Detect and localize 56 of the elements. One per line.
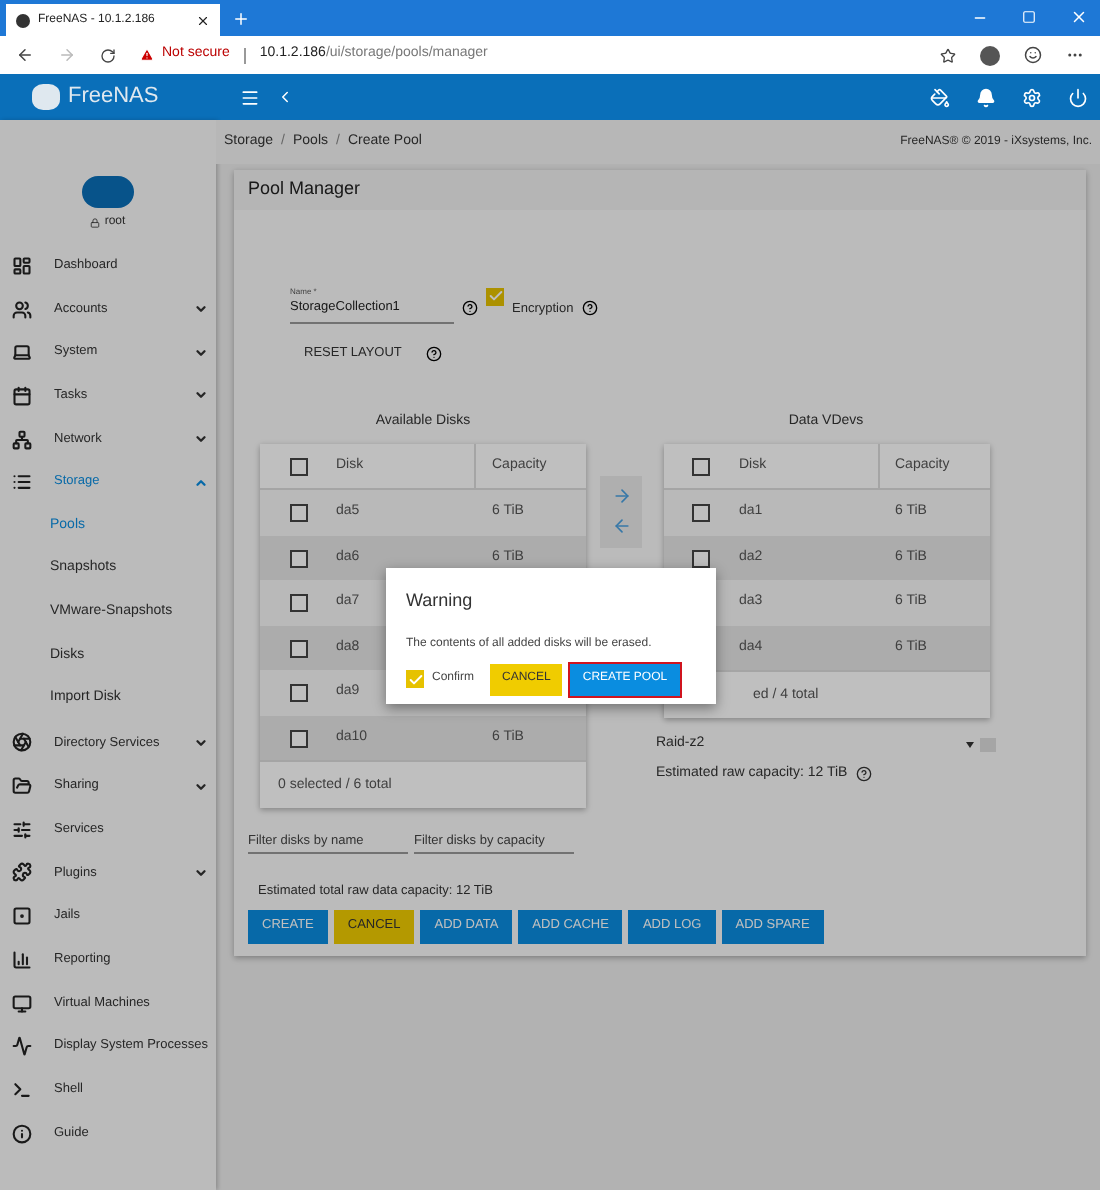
brand-name: FreeNAS	[68, 82, 159, 113]
network-icon	[12, 429, 32, 450]
close-window-icon[interactable]	[1070, 8, 1088, 26]
ix-logo-icon	[82, 176, 134, 208]
laptop-icon	[12, 342, 32, 363]
reload-icon[interactable]	[100, 47, 116, 63]
collapse-icon[interactable]	[276, 88, 294, 106]
checkbox[interactable]	[692, 457, 710, 476]
logo-icon	[32, 84, 60, 110]
new-tab-icon[interactable]	[232, 10, 250, 28]
checkbox[interactable]	[406, 670, 424, 688]
checkbox[interactable]	[692, 549, 710, 567]
card-title: Pool Manager	[248, 176, 361, 203]
smiley-icon[interactable]	[1024, 46, 1042, 64]
notifications-icon[interactable]	[976, 87, 996, 107]
back-icon[interactable]	[16, 46, 34, 64]
puzzle-icon	[12, 862, 32, 883]
warning-icon	[140, 48, 154, 62]
caret-icon	[966, 742, 974, 748]
checkbox[interactable]	[486, 287, 504, 305]
framed-square-icon	[12, 906, 32, 927]
dialog-title: Warning	[406, 588, 475, 614]
checkbox[interactable]	[289, 549, 307, 567]
favicon-icon	[16, 13, 30, 27]
folder-icon	[12, 776, 32, 797]
paint-bucket-icon[interactable]	[930, 87, 950, 107]
checkbox[interactable]	[289, 504, 307, 522]
activity-icon	[12, 1036, 32, 1057]
profile-icon[interactable]	[980, 45, 1000, 65]
menu-icon[interactable]	[240, 87, 260, 107]
maximize-icon[interactable]	[1022, 10, 1036, 24]
lock-icon	[90, 218, 101, 228]
help-icon[interactable]	[855, 766, 872, 782]
aperture-icon	[12, 732, 32, 753]
close-icon[interactable]	[196, 13, 210, 27]
info-icon	[12, 1123, 32, 1144]
checkbox[interactable]	[692, 504, 710, 522]
checkbox[interactable]	[289, 684, 307, 702]
help-icon[interactable]	[462, 300, 478, 316]
help-icon[interactable]	[425, 345, 442, 362]
sliders-icon	[12, 819, 32, 840]
checkbox[interactable]	[289, 729, 307, 747]
help-icon[interactable]	[581, 300, 598, 316]
checkbox[interactable]	[289, 639, 307, 657]
checkbox[interactable]	[289, 594, 307, 612]
people-icon	[12, 299, 32, 320]
monitor-icon	[12, 993, 32, 1014]
power-icon[interactable]	[1068, 87, 1088, 107]
bar-chart-icon	[12, 949, 32, 970]
star-icon[interactable]	[940, 47, 956, 63]
checkbox[interactable]	[289, 457, 307, 476]
settings-icon[interactable]	[1022, 87, 1042, 107]
dashboard-icon	[12, 255, 32, 276]
list-icon	[12, 472, 32, 493]
terminal-icon	[12, 1079, 32, 1100]
calendar-icon	[12, 385, 32, 406]
